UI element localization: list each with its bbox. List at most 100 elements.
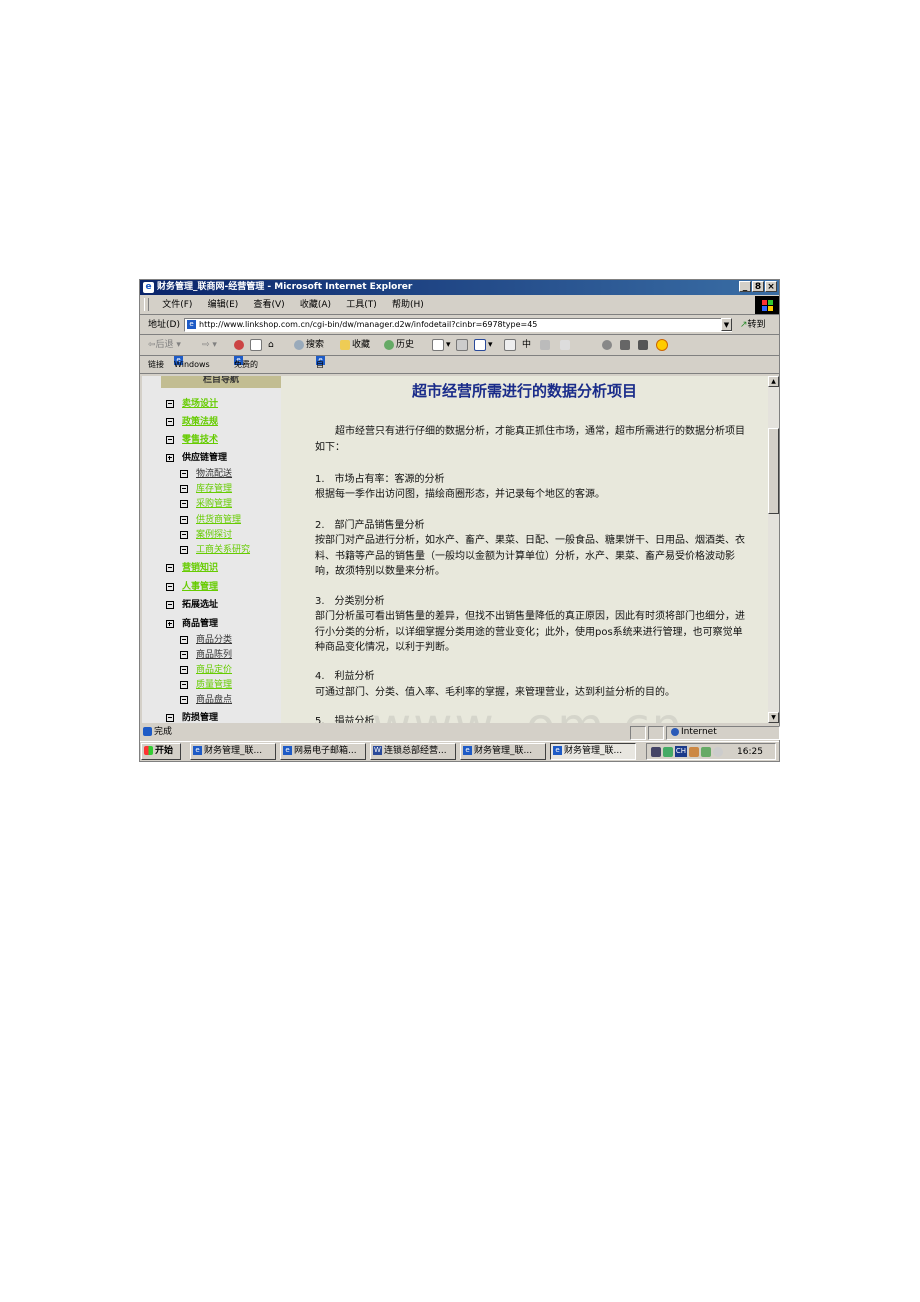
- sidebar-item[interactable]: 商品盘点: [180, 692, 232, 705]
- ime-indicator[interactable]: CH: [675, 746, 687, 757]
- scroll-down-icon[interactable]: ▼: [768, 712, 779, 723]
- menu-favorites[interactable]: 收藏(A): [294, 296, 337, 314]
- collapse-icon[interactable]: [180, 650, 188, 659]
- sidebar-item[interactable]: 工商关系研究: [180, 542, 250, 555]
- discuss-button[interactable]: [504, 335, 518, 355]
- sidebar-item[interactable]: 商品分类: [180, 632, 232, 645]
- menu-edit[interactable]: 编辑(E): [202, 296, 245, 314]
- print-button[interactable]: [456, 335, 470, 355]
- sidebar-item[interactable]: 防损管理: [166, 710, 218, 723]
- network-icon[interactable]: [651, 747, 661, 757]
- mail-button[interactable]: ▾: [432, 335, 451, 355]
- smiley-icon: [656, 338, 668, 351]
- collapse-icon[interactable]: [166, 713, 174, 722]
- collapse-icon[interactable]: [180, 469, 188, 478]
- page-icon: e: [187, 320, 196, 329]
- links-label: 链接: [148, 360, 164, 369]
- tools-button[interactable]: [540, 335, 552, 355]
- sidebar-item[interactable]: 物流配送: [180, 466, 232, 479]
- menu-file[interactable]: 文件(F): [156, 296, 198, 314]
- sidebar-item[interactable]: 供货商管理: [180, 512, 241, 525]
- vertical-scrollbar[interactable]: ▲ ▼: [768, 376, 779, 723]
- expand-icon[interactable]: [166, 619, 174, 628]
- sidebar-item-label: 政策法规: [182, 417, 219, 427]
- collapse-icon[interactable]: [180, 484, 188, 493]
- sidebar-item[interactable]: 人事管理: [166, 579, 218, 592]
- sidebar-item[interactable]: 营销知识: [166, 560, 218, 573]
- collapse-icon[interactable]: [166, 417, 174, 426]
- refresh-button[interactable]: [250, 335, 264, 355]
- sidebar-item[interactable]: 质量管理: [180, 677, 232, 690]
- sidebar-item[interactable]: 案例探讨: [180, 527, 232, 540]
- task-button[interactable]: e 财务管理_联...: [460, 743, 546, 760]
- sidebar-item[interactable]: 卖场设计: [166, 396, 218, 409]
- task-button[interactable]: e 网易电子邮箱...: [280, 743, 366, 760]
- status-zone: Internet: [666, 726, 780, 740]
- collapse-icon[interactable]: [180, 530, 188, 539]
- menu-help[interactable]: 帮助(H): [386, 296, 430, 314]
- sidebar-item-label: 商品管理: [182, 619, 219, 629]
- sidebar-item[interactable]: 拓展选址: [166, 597, 218, 610]
- expand-icon[interactable]: [166, 453, 174, 462]
- favorites-button[interactable]: 收藏: [340, 335, 370, 355]
- volume-icon[interactable]: [713, 747, 723, 757]
- address-input[interactable]: e http://www.linkshop.com.cn/cgi-bin/dw/…: [184, 318, 732, 332]
- back-button[interactable]: ⇦后退 ▾: [148, 335, 181, 355]
- go-button[interactable]: ↗转到: [740, 316, 766, 334]
- menu-view[interactable]: 查看(V): [247, 296, 290, 314]
- minimize-button[interactable]: _: [739, 281, 751, 292]
- section-1-body: 根据每一季作出访问图，描绘商圈形态，并记录每个地区的客源。: [315, 489, 605, 500]
- sidebar-item[interactable]: 商品定价: [180, 662, 232, 675]
- search-button[interactable]: 搜索: [294, 335, 324, 355]
- edit-word-button[interactable]: ▾: [474, 335, 493, 355]
- collapse-icon[interactable]: [166, 435, 174, 444]
- collapse-icon[interactable]: [180, 665, 188, 674]
- sidebar-item[interactable]: 库存管理: [180, 481, 232, 494]
- stop-icon: [234, 339, 244, 350]
- sidebar-item[interactable]: 政策法规: [166, 414, 218, 427]
- task-button-active[interactable]: e 财务管理_联...: [550, 743, 636, 760]
- desktop-icon[interactable]: [663, 747, 673, 757]
- task-button[interactable]: e 财务管理_联...: [190, 743, 276, 760]
- chinese-button[interactable]: 中: [522, 335, 531, 355]
- collapse-icon[interactable]: [166, 582, 174, 591]
- collapse-icon[interactable]: [166, 600, 174, 609]
- sidebar-item-label: 防损管理: [182, 713, 219, 723]
- collapse-icon[interactable]: [180, 695, 188, 704]
- tray-app-icon[interactable]: [701, 747, 711, 757]
- history-button[interactable]: 历史: [384, 335, 414, 355]
- home-button[interactable]: ⌂: [268, 335, 274, 355]
- scroll-thumb[interactable]: [768, 428, 779, 514]
- collapse-icon[interactable]: [180, 680, 188, 689]
- sidebar-item[interactable]: 零售技术: [166, 432, 218, 445]
- collapse-icon[interactable]: [180, 545, 188, 554]
- qq-button[interactable]: [602, 335, 614, 355]
- maximize-button[interactable]: 8: [752, 281, 764, 292]
- stop-button[interactable]: [234, 335, 246, 355]
- collapse-icon[interactable]: [166, 399, 174, 408]
- task-button[interactable]: W 连锁总部经营...: [370, 743, 456, 760]
- forward-button[interactable]: ⇨ ▾: [202, 335, 217, 355]
- collapse-icon[interactable]: [180, 515, 188, 524]
- notes-button[interactable]: [638, 335, 650, 355]
- ime-icon[interactable]: [689, 747, 699, 757]
- sidebar-header: 栏目导航: [161, 376, 281, 388]
- collapse-icon[interactable]: [166, 563, 174, 572]
- menu-tools[interactable]: 工具(T): [340, 296, 383, 314]
- close-button[interactable]: ×: [765, 281, 777, 292]
- sidebar-item[interactable]: 商品管理: [166, 616, 218, 629]
- collapse-icon[interactable]: [180, 499, 188, 508]
- sidebar-item[interactable]: 商品陈列: [180, 647, 232, 660]
- start-button[interactable]: 开始: [141, 743, 181, 760]
- smiley-button[interactable]: [656, 335, 670, 355]
- collapse-icon[interactable]: [180, 635, 188, 644]
- sidebar-item[interactable]: 采购管理: [180, 496, 232, 509]
- people-button[interactable]: [620, 335, 632, 355]
- section-1-title: 1. 市场占有率：客源的分析: [315, 474, 445, 485]
- status-text: 完成: [143, 725, 172, 740]
- sidebar-item[interactable]: 供应链管理: [166, 450, 227, 463]
- scroll-up-icon[interactable]: ▲: [768, 376, 779, 387]
- sidebar-item-label: 拓展选址: [182, 600, 219, 610]
- messenger-button[interactable]: [560, 335, 572, 355]
- address-dropdown-icon[interactable]: ▼: [721, 318, 732, 331]
